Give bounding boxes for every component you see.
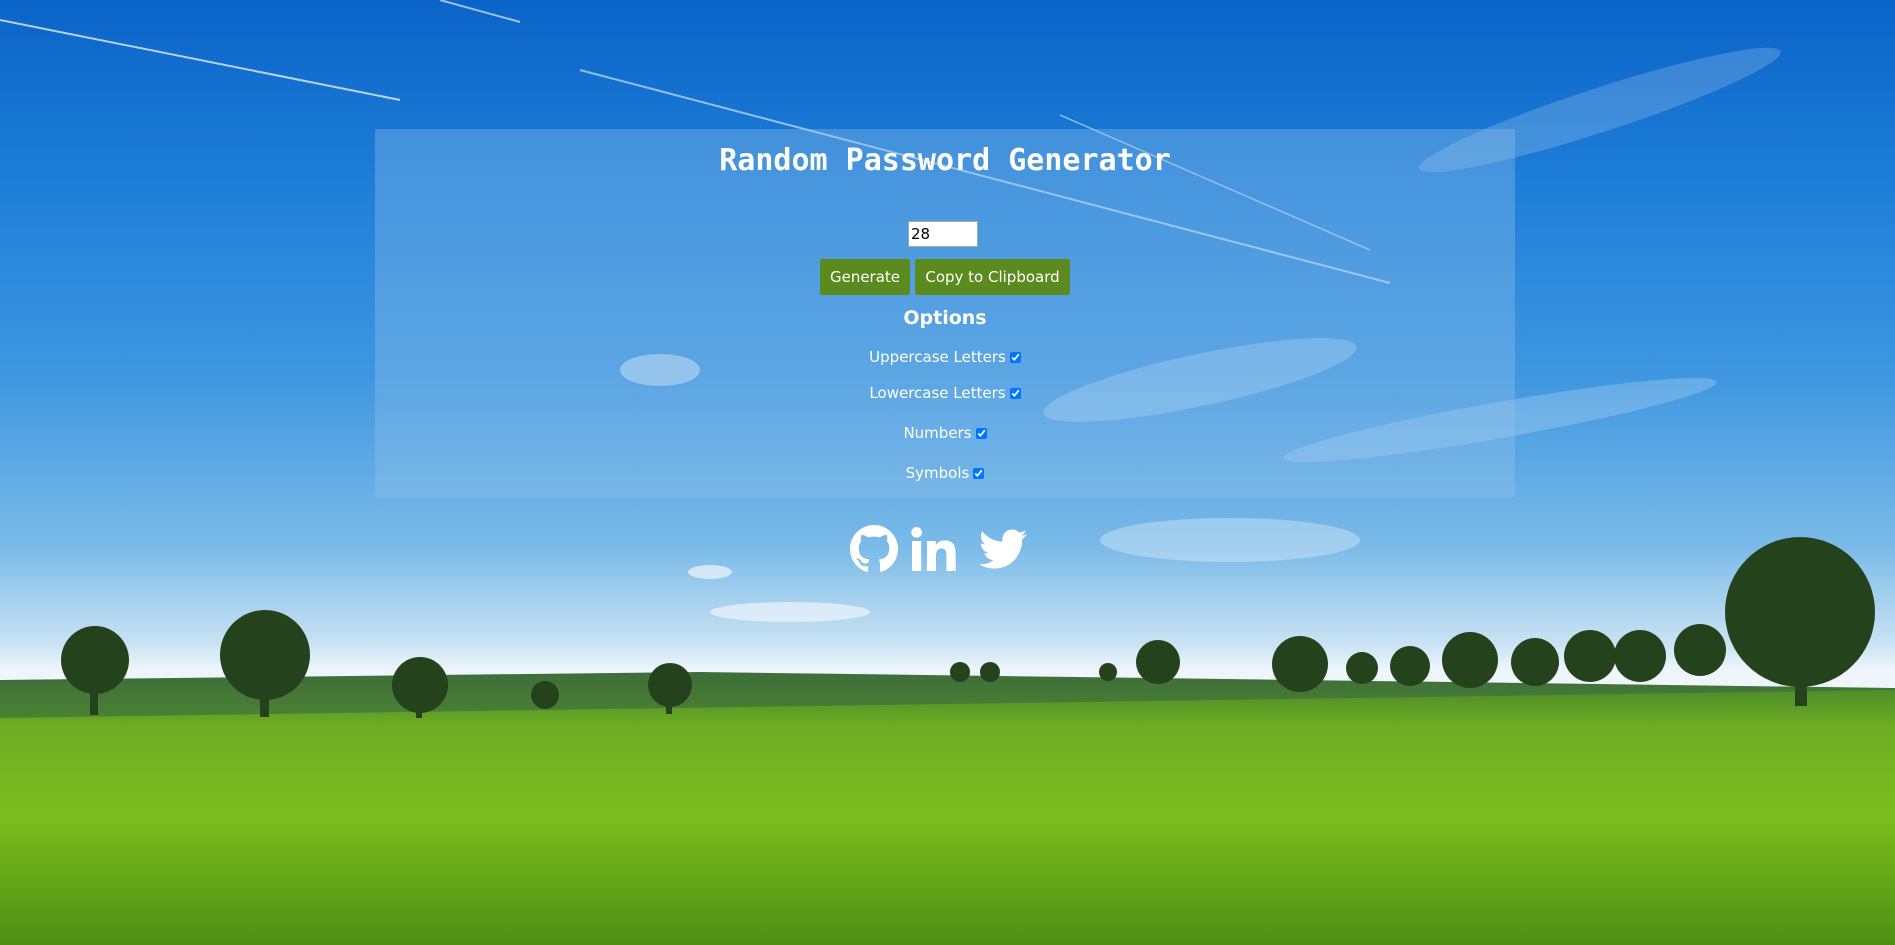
option-lowercase-label: Lowercase Letters (869, 384, 1006, 402)
generator-panel: Random Password Generator Generate Copy … (375, 129, 1515, 497)
numbers-checkbox[interactable] (975, 427, 987, 439)
lowercase-checkbox[interactable] (1009, 387, 1021, 399)
option-numbers-label: Numbers (903, 424, 972, 442)
generate-button[interactable]: Generate (820, 259, 910, 295)
options-heading: Options (903, 307, 987, 329)
github-icon (850, 525, 898, 572)
symbols-checkbox[interactable] (973, 467, 985, 479)
option-symbols: Symbols (375, 462, 1515, 484)
option-numbers: Numbers (375, 422, 1515, 444)
option-uppercase: Uppercase Letters (375, 346, 1515, 368)
option-symbols-label: Symbols (905, 464, 970, 482)
copy-to-clipboard-button[interactable]: Copy to Clipboard (915, 259, 1070, 295)
option-lowercase: Lowercase Letters (375, 382, 1515, 404)
uppercase-checkbox[interactable] (1009, 351, 1021, 363)
linkedin-link[interactable] (910, 525, 958, 573)
social-links (850, 525, 1030, 575)
option-uppercase-label: Uppercase Letters (869, 348, 1006, 366)
twitter-link[interactable] (978, 525, 1028, 573)
twitter-icon (979, 529, 1027, 569)
password-length-input[interactable] (908, 221, 978, 247)
page-title: Random Password Generator (719, 143, 1171, 178)
github-link[interactable] (850, 525, 898, 573)
linkedin-icon (911, 527, 956, 571)
